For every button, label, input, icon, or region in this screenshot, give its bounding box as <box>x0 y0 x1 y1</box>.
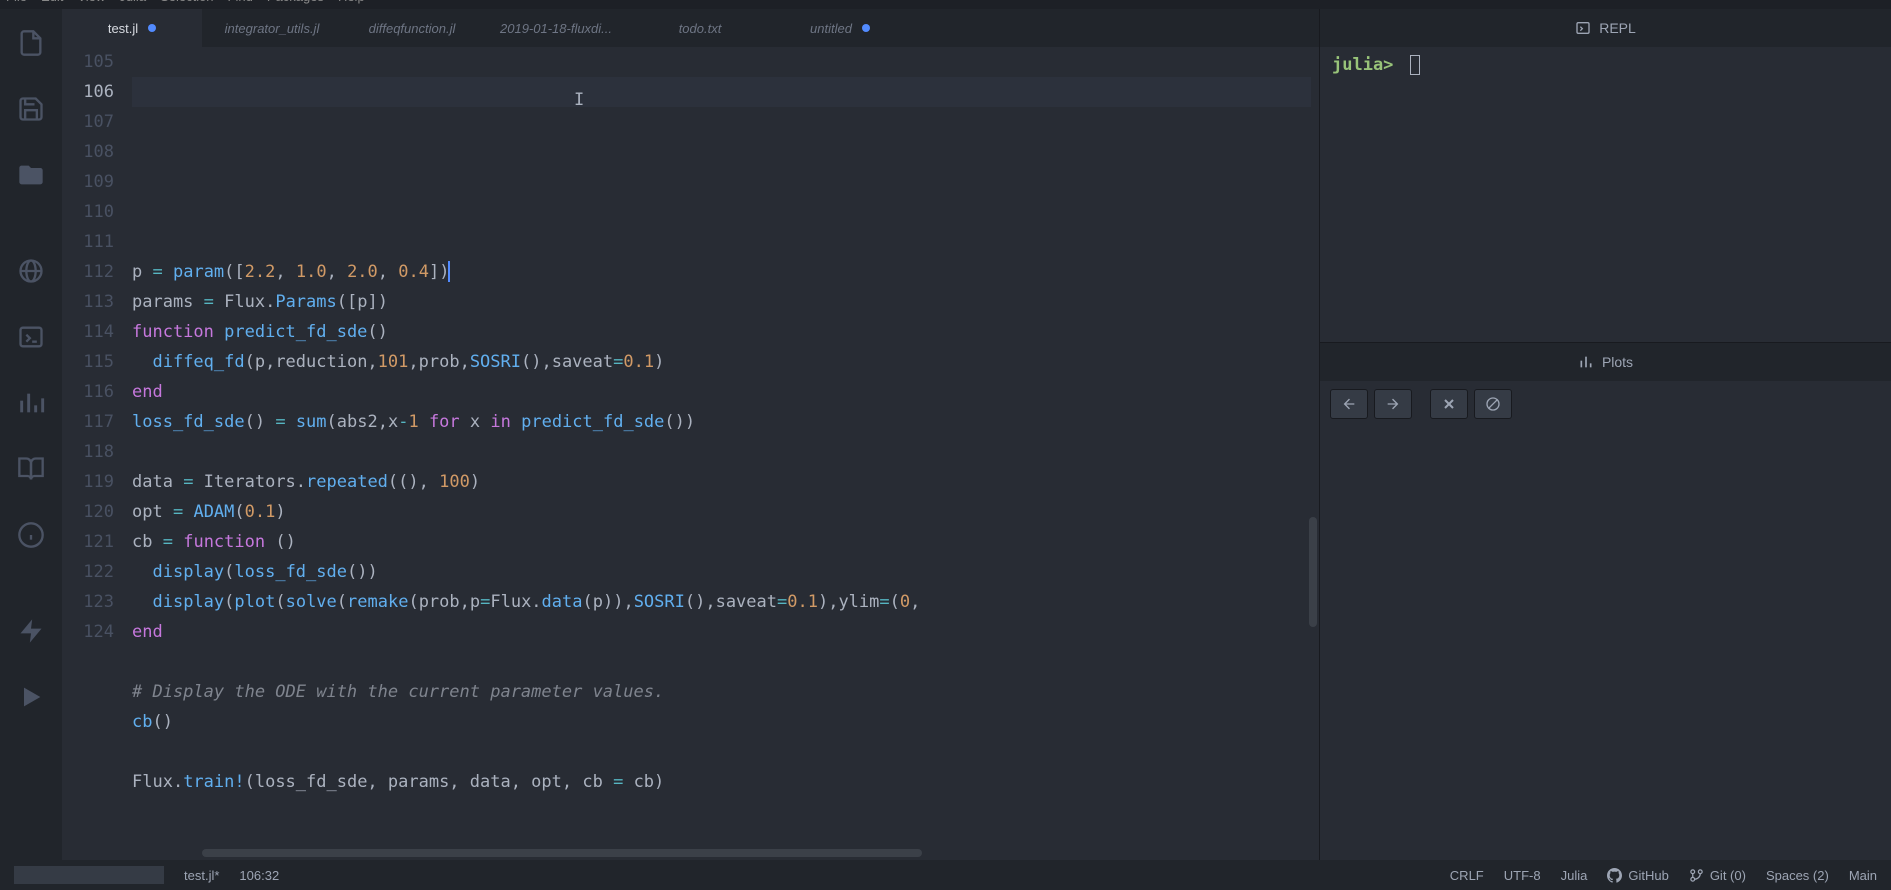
horizontal-scrollbar[interactable] <box>202 849 922 857</box>
plot-cancel-button[interactable] <box>1474 389 1512 419</box>
current-line-highlight <box>132 77 1311 107</box>
plots-bar-icon <box>1578 354 1594 370</box>
modified-indicator-icon <box>148 24 156 32</box>
statusbar: test.jl* 106:32 CRLF UTF-8 Julia GitHub … <box>0 860 1891 890</box>
status-encoding[interactable]: UTF-8 <box>1504 868 1541 883</box>
modified-indicator-icon <box>862 24 870 32</box>
status-loading-indicator <box>14 866 164 884</box>
repl-body[interactable]: julia> <box>1320 47 1891 342</box>
status-left: test.jl* 106:32 <box>14 866 279 884</box>
status-eol[interactable]: CRLF <box>1450 868 1484 883</box>
folder-icon[interactable] <box>17 161 45 189</box>
plots-icon[interactable] <box>17 389 45 417</box>
remote-icon[interactable] <box>17 257 45 285</box>
play-icon[interactable] <box>17 683 45 711</box>
menubar: File Edit View Julia Selection Find Pack… <box>0 0 1891 9</box>
new-file-icon[interactable] <box>17 29 45 57</box>
status-cursor[interactable]: 106:32 <box>239 866 279 884</box>
tab-diffeq[interactable]: diffeqfunction.jl <box>342 9 482 47</box>
status-spaces[interactable]: Spaces (2) <box>1766 868 1829 883</box>
menu-packages[interactable]: Packages <box>267 0 324 9</box>
menu-file[interactable]: File <box>6 0 27 9</box>
tabs: test.jl integrator_utils.jl diffeqfuncti… <box>62 9 1319 47</box>
menu-find[interactable]: Find <box>228 0 253 9</box>
tab-integrator[interactable]: integrator_utils.jl <box>202 9 342 47</box>
plots-title: Plots <box>1602 354 1633 370</box>
menu-view[interactable]: View <box>77 0 105 9</box>
plot-next-button[interactable] <box>1374 389 1412 419</box>
text-cursor-icon: I <box>574 85 584 115</box>
plot-close-button[interactable] <box>1430 389 1468 419</box>
plots-panel: Plots <box>1320 342 1891 860</box>
menu-julia[interactable]: Julia <box>119 0 146 9</box>
right-panel: REPL julia> Plots <box>1319 9 1891 860</box>
bolt-icon[interactable] <box>17 617 45 645</box>
repl-cursor-icon <box>1410 55 1420 75</box>
repl-icon <box>1575 20 1591 36</box>
plots-toolbar <box>1320 381 1891 427</box>
gutter: 1051061071081091101111121131141151161171… <box>62 47 132 860</box>
status-github[interactable]: GitHub <box>1607 868 1668 883</box>
status-branch[interactable]: Main <box>1849 868 1877 883</box>
save-icon[interactable] <box>17 95 45 123</box>
docs-icon[interactable] <box>17 455 45 483</box>
tab-label: diffeqfunction.jl <box>369 21 456 36</box>
terminal-icon[interactable] <box>17 323 45 351</box>
code-content: p = param([2.2, 1.0, 2.0, 0.4]) params =… <box>132 227 1319 827</box>
tab-label: untitled <box>810 21 852 36</box>
tab-label: 2019-01-18-fluxdi... <box>500 21 612 36</box>
tab-label: integrator_utils.jl <box>225 21 320 36</box>
menu-help[interactable]: Help <box>338 0 365 9</box>
status-lang[interactable]: Julia <box>1561 868 1588 883</box>
menu-edit[interactable]: Edit <box>41 0 63 9</box>
tab-label: test.jl <box>108 21 138 36</box>
menu-selection[interactable]: Selection <box>160 0 213 9</box>
git-branch-icon <box>1689 868 1704 883</box>
status-file[interactable]: test.jl* <box>184 866 219 884</box>
github-icon <box>1607 868 1622 883</box>
plots-header[interactable]: Plots <box>1320 343 1891 381</box>
main-area: test.jl integrator_utils.jl diffeqfuncti… <box>0 9 1891 860</box>
tab-test[interactable]: test.jl <box>62 9 202 47</box>
repl-header[interactable]: REPL <box>1320 9 1891 47</box>
tab-label: todo.txt <box>679 21 722 36</box>
status-git[interactable]: Git (0) <box>1689 868 1746 883</box>
info-icon[interactable] <box>17 521 45 549</box>
sidebar <box>0 9 62 860</box>
tab-fluxdi[interactable]: 2019-01-18-fluxdi... <box>482 9 630 47</box>
tab-untitled[interactable]: untitled <box>770 9 910 47</box>
editor-panel: test.jl integrator_utils.jl diffeqfuncti… <box>62 9 1319 860</box>
status-right: CRLF UTF-8 Julia GitHub Git (0) Spaces (… <box>1450 868 1877 883</box>
plot-prev-button[interactable] <box>1330 389 1368 419</box>
tab-todo[interactable]: todo.txt <box>630 9 770 47</box>
repl-title: REPL <box>1599 20 1636 36</box>
editor[interactable]: 1051061071081091101111121131141151161171… <box>62 47 1319 860</box>
code-area[interactable]: I p = param([2.2, 1.0, 2.0, 0.4]) params… <box>132 47 1319 860</box>
repl-prompt: julia> <box>1332 55 1393 75</box>
